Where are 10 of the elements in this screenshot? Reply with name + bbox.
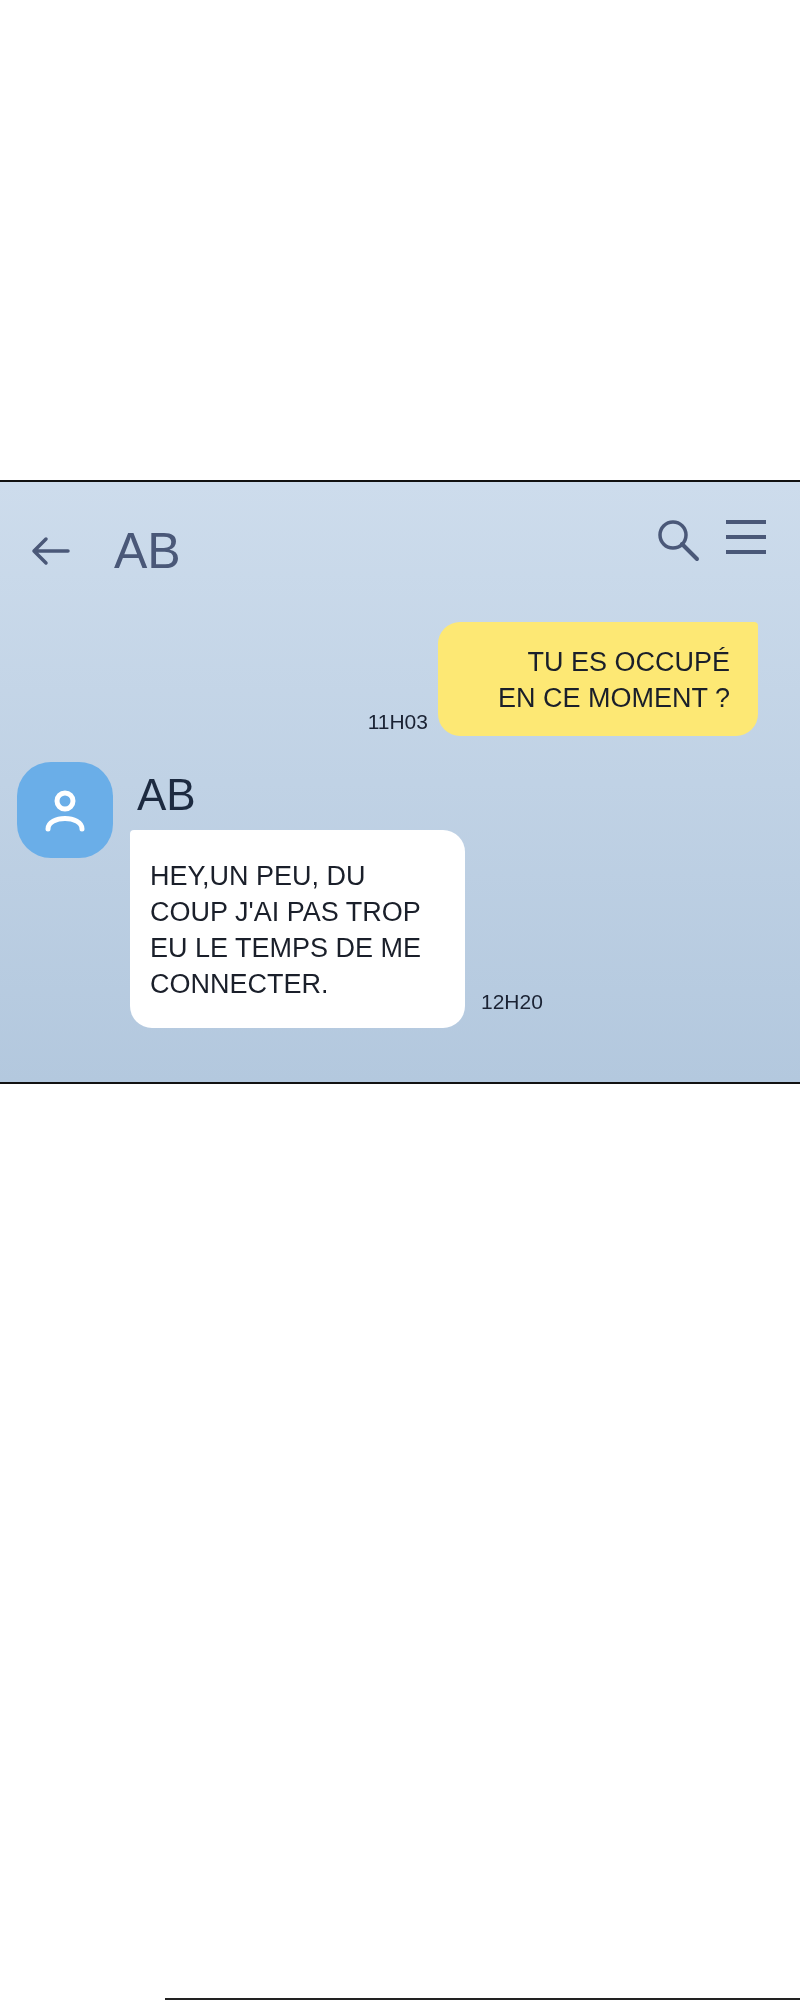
- search-icon[interactable]: [656, 518, 700, 562]
- avatar-icon: [17, 762, 113, 858]
- sent-message-bubble: TU ES OCCUPÉ EN CE MOMENT ?: [437, 622, 758, 736]
- received-message-bubble: HEY,UN PEU, DU COUP J'AI PAS TROP EU LE TEMPS DE ME CONNECTER.: [130, 830, 465, 1028]
- sender-name: AB: [137, 770, 196, 820]
- contact-name: AB: [114, 522, 181, 580]
- menu-icon[interactable]: [726, 519, 766, 555]
- message-time: 12H20: [481, 990, 543, 1014]
- message-time: 11H03: [367, 710, 428, 734]
- back-arrow-icon[interactable]: [30, 536, 70, 566]
